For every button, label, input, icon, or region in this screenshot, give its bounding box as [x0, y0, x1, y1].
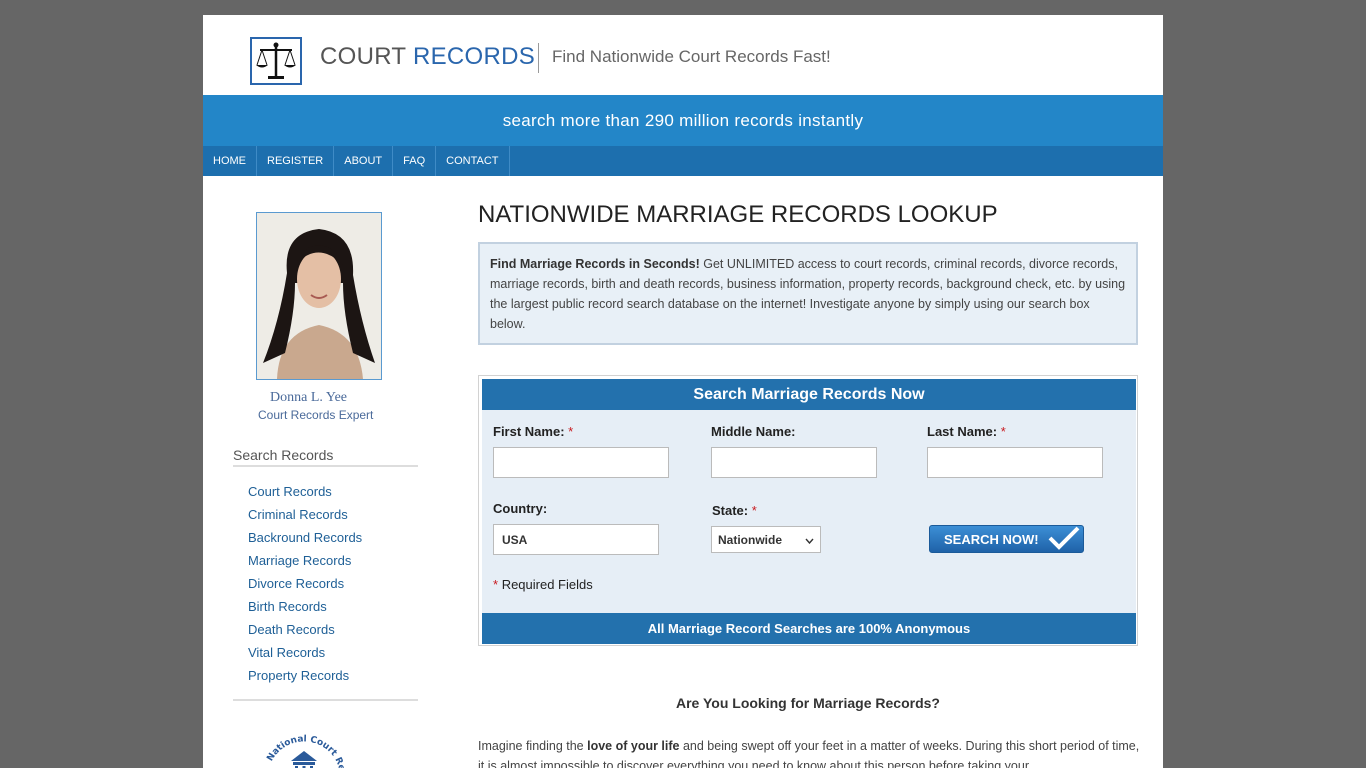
- middle-name-input[interactable]: [711, 447, 877, 478]
- nav-home[interactable]: HOME: [203, 146, 257, 176]
- last-name-label-text: Last Name:: [927, 424, 998, 439]
- logo-divider: [538, 43, 539, 73]
- page-title: NATIONWIDE MARRIAGE RECORDS LOOKUP: [478, 201, 998, 228]
- state-select[interactable]: Nationwide: [711, 526, 821, 553]
- site-logo-text[interactable]: COURT RECORDS: [320, 43, 535, 71]
- main-nav: HOME REGISTER ABOUT FAQ CONTACT: [203, 146, 1163, 176]
- chevron-down-icon: [805, 533, 814, 547]
- checkmark-icon: [1047, 526, 1081, 553]
- header-tagline: Find Nationwide Court Records Fast!: [552, 47, 831, 66]
- national-court-records-seal-icon: National Court Records: [258, 714, 347, 768]
- required-asterisk: *: [1000, 424, 1006, 439]
- expert-name: Donna L. Yee: [270, 390, 347, 405]
- required-asterisk: *: [751, 503, 757, 518]
- search-form: Search Marriage Records Now First Name: …: [478, 375, 1138, 646]
- sidebar-link-list: Court Records Criminal Records Backround…: [248, 484, 362, 691]
- sidebar-link-death-records[interactable]: Death Records: [248, 622, 362, 645]
- search-form-body: Search Marriage Records Now First Name: …: [482, 379, 1136, 644]
- country-label: Country:: [493, 501, 548, 516]
- page-container: COURT RECORDS Find Nationwide Court Reco…: [203, 15, 1163, 768]
- required-asterisk: *: [493, 577, 499, 592]
- required-fields-note: * Required Fields: [493, 577, 593, 592]
- scales-of-justice-icon[interactable]: [250, 37, 302, 85]
- search-now-button[interactable]: SEARCH NOW!: [929, 525, 1084, 553]
- search-now-label: SEARCH NOW!: [944, 531, 1039, 547]
- last-name-input[interactable]: [927, 447, 1103, 478]
- logo-word-records: RECORDS: [412, 43, 536, 70]
- sidebar-heading: Search Records: [233, 447, 418, 467]
- nav-faq[interactable]: FAQ: [393, 146, 437, 176]
- expert-title: Court Records Expert: [258, 408, 374, 422]
- first-name-input[interactable]: [493, 447, 669, 478]
- intro-box: Find Marriage Records in Seconds! Get UN…: [478, 242, 1138, 345]
- required-asterisk: *: [568, 424, 574, 439]
- sidebar-link-birth-records[interactable]: Birth Records: [248, 599, 362, 622]
- first-name-label: First Name: *: [493, 424, 573, 439]
- expert-portrait: [256, 212, 382, 380]
- sidebar-link-court-records[interactable]: Court Records: [248, 484, 362, 507]
- sidebar-link-divorce-records[interactable]: Divorce Records: [248, 576, 362, 599]
- middle-name-label: Middle Name:: [711, 424, 796, 439]
- sidebar-link-marriage-records[interactable]: Marriage Records: [248, 553, 362, 576]
- promo-banner: search more than 290 million records ins…: [203, 95, 1163, 146]
- article-paragraph: Imagine finding the love of your life an…: [478, 736, 1140, 768]
- state-label: State: *: [712, 503, 757, 518]
- sidebar-link-vital-records[interactable]: Vital Records: [248, 645, 362, 668]
- country-input[interactable]: [493, 524, 659, 555]
- search-form-footer: All Marriage Record Searches are 100% An…: [482, 613, 1136, 644]
- required-fields-text: Required Fields: [501, 577, 593, 592]
- article-subtitle: Are You Looking for Marriage Records?: [676, 695, 940, 711]
- intro-bold: Find Marriage Records in Seconds!: [490, 257, 700, 271]
- sidebar-link-background-records[interactable]: Backround Records: [248, 530, 362, 553]
- nav-contact[interactable]: CONTACT: [436, 146, 510, 176]
- nav-register[interactable]: REGISTER: [257, 146, 335, 176]
- site-header: COURT RECORDS Find Nationwide Court Reco…: [203, 15, 1163, 95]
- sidebar-divider: [233, 699, 418, 701]
- state-select-value: Nationwide: [718, 532, 783, 547]
- nav-about[interactable]: ABOUT: [334, 146, 394, 176]
- logo-word-court: COURT: [320, 43, 406, 70]
- article-text-bold: love of your life: [587, 739, 680, 753]
- article-text-start: Imagine finding the: [478, 739, 588, 753]
- last-name-label: Last Name: *: [927, 424, 1006, 439]
- state-label-text: State:: [712, 503, 749, 518]
- search-form-heading: Search Marriage Records Now: [482, 379, 1136, 410]
- sidebar-link-property-records[interactable]: Property Records: [248, 668, 362, 691]
- first-name-label-text: First Name:: [493, 424, 565, 439]
- sidebar-link-criminal-records[interactable]: Criminal Records: [248, 507, 362, 530]
